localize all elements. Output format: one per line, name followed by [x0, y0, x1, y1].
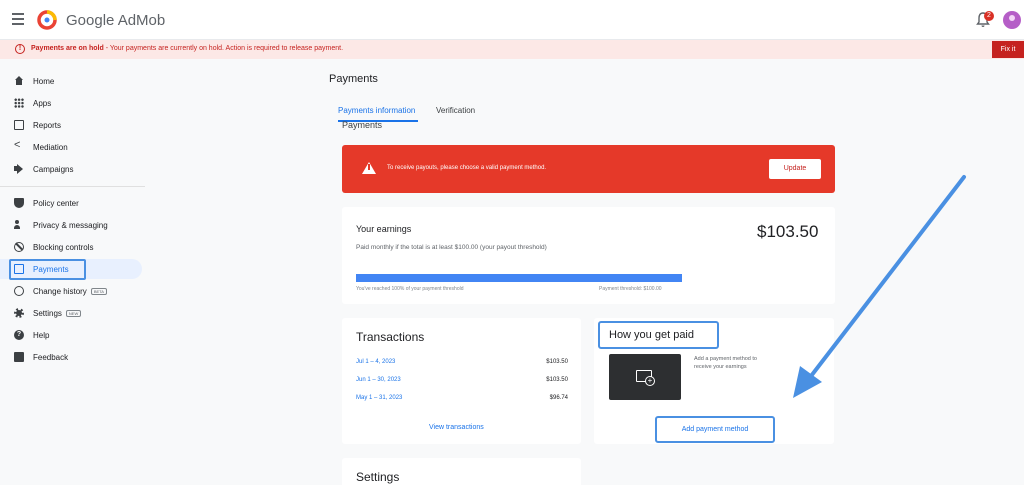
transaction-amount: $96.74 — [549, 395, 568, 401]
history-icon — [14, 286, 24, 296]
payment-method-error-card: To receive payouts, please choose a vali… — [342, 145, 835, 193]
sidebar-item-reports[interactable]: Reports — [10, 116, 61, 134]
privacy-people-icon — [14, 220, 24, 230]
tab-verification[interactable]: Verification — [436, 106, 475, 115]
banner-title: Payments are on hold — [31, 45, 104, 52]
payment-hold-banner: ! Payments are on hold - Your payments a… — [0, 40, 1024, 59]
menu-icon[interactable] — [12, 13, 24, 25]
error-message: To receive payouts, please choose a vali… — [387, 165, 547, 171]
sidebar-item-label: Reports — [33, 120, 62, 130]
payment-method-illustration: + — [609, 354, 681, 400]
transaction-amount: $103.50 — [546, 359, 568, 365]
sidebar-item-home[interactable]: Home — [10, 72, 54, 90]
sidebar-divider — [0, 186, 145, 187]
settings-title: Settings — [356, 470, 400, 484]
warning-mark — [368, 164, 370, 170]
fix-it-button[interactable]: Fix it — [992, 41, 1024, 58]
sidebar-item-label: Change history — [33, 286, 87, 296]
top-app-bar: Google AdMob 2 — [0, 0, 1024, 40]
sidebar-item-label: Privacy & messaging — [33, 220, 108, 230]
how-you-get-paid-card: How you get paid + Add a payment method … — [594, 318, 834, 444]
payments-annotation-outline — [9, 259, 86, 280]
help-icon: ? — [14, 330, 24, 340]
admob-logo-icon — [37, 10, 57, 30]
transactions-title: Transactions — [356, 330, 425, 344]
sidebar-item-label: Policy center — [33, 198, 79, 208]
home-icon — [14, 76, 24, 86]
shield-icon — [14, 198, 24, 208]
mediation-icon — [14, 139, 24, 152]
view-transactions-link[interactable]: View transactions — [429, 424, 484, 431]
sidebar-item-privacy[interactable]: Privacy & messaging — [10, 216, 108, 234]
brand-name: Google AdMob — [66, 12, 166, 29]
feedback-icon — [14, 352, 24, 362]
sidebar-item-label: Help — [33, 330, 50, 340]
threshold-progress-bar — [356, 274, 682, 282]
sidebar-item-label: Mediation — [33, 142, 68, 152]
sidebar-item-label: Campaigns — [33, 164, 74, 174]
earnings-title: Your earnings — [356, 224, 412, 234]
transaction-amount: $103.50 — [546, 377, 568, 383]
earnings-card: Your earnings $103.50 Paid monthly if th… — [342, 207, 835, 304]
apps-grid-icon — [14, 98, 24, 108]
alert-circle-icon: ! — [15, 44, 25, 54]
banner-text: Payments are on hold - Your payments are… — [31, 45, 343, 52]
transaction-row[interactable]: Jul 1 – 4, 2023 $103.50 — [356, 359, 568, 369]
transactions-card: Transactions Jul 1 – 4, 2023 $103.50 Jun … — [342, 318, 581, 444]
earnings-subtitle: Paid monthly if the total is at least $1… — [356, 244, 547, 251]
add-circle-icon: + — [645, 376, 655, 386]
sidebar-item-feedback[interactable]: Feedback — [10, 348, 68, 366]
megaphone-icon — [14, 164, 24, 174]
user-avatar[interactable] — [1003, 11, 1021, 29]
transaction-date: May 1 – 31, 2023 — [356, 395, 403, 401]
payment-threshold-text: Payment threshold: $100.00 — [599, 286, 662, 292]
threshold-progress-fill — [356, 274, 682, 282]
sidebar-nav: Home Apps Reports Mediation Campaigns Po… — [0, 59, 145, 485]
reports-icon — [14, 120, 24, 130]
sidebar-item-help[interactable]: ? Help — [10, 326, 49, 344]
settings-card: Settings — [342, 458, 581, 485]
sidebar-item-label: Home — [33, 76, 55, 86]
transaction-row[interactable]: May 1 – 31, 2023 $96.74 — [356, 395, 568, 405]
update-button[interactable]: Update — [769, 159, 821, 179]
sidebar-item-change-history[interactable]: Change history BETA — [10, 282, 107, 300]
gear-icon — [14, 308, 24, 318]
progress-status-text: You've reached 100% of your payment thre… — [356, 286, 464, 292]
sidebar-item-settings[interactable]: Settings NEW — [10, 304, 82, 322]
page-title: Payments — [329, 73, 378, 85]
beta-badge: BETA — [90, 287, 107, 295]
banner-message: - Your payments are currently on hold. A… — [103, 45, 344, 52]
sidebar-item-mediation[interactable]: Mediation — [10, 138, 68, 156]
sidebar-item-label: Blocking controls — [33, 242, 94, 252]
transaction-row[interactable]: Jun 1 – 30, 2023 $103.50 — [356, 377, 568, 387]
tab-payments-information[interactable]: Payments information — [338, 106, 415, 115]
sidebar-item-apps[interactable]: Apps — [10, 94, 51, 112]
sidebar-item-label: Settings — [33, 308, 62, 318]
sidebar-item-label: Feedback — [33, 352, 69, 362]
earnings-amount: $103.50 — [757, 222, 819, 241]
new-badge: NEW — [65, 309, 82, 317]
sidebar-item-blocking-controls[interactable]: Blocking controls — [10, 238, 93, 256]
transaction-date: Jun 1 – 30, 2023 — [356, 377, 401, 383]
transaction-date: Jul 1 – 4, 2023 — [356, 359, 396, 365]
sidebar-item-campaigns[interactable]: Campaigns — [10, 160, 73, 178]
sidebar-item-policy-center[interactable]: Policy center — [10, 194, 79, 212]
how-paid-description: Add a payment method to receive your ear… — [694, 356, 757, 370]
sidebar-item-label: Apps — [33, 98, 52, 108]
notification-count-badge: 2 — [984, 11, 994, 21]
how-paid-title: How you get paid — [609, 329, 694, 341]
block-icon — [14, 242, 24, 252]
add-payment-method-button[interactable]: Add payment method — [655, 416, 775, 443]
section-subheading: Payments — [342, 120, 383, 130]
